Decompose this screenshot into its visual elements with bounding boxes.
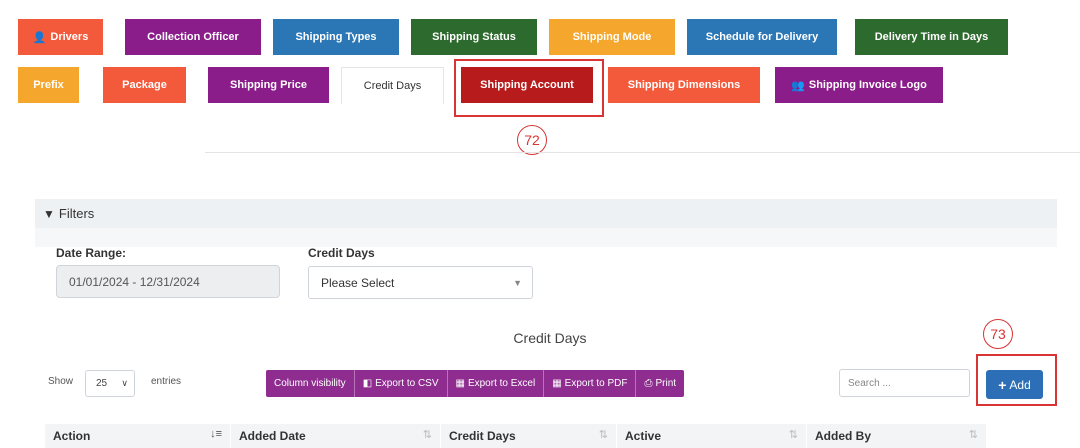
export-button-group: Column visibility ◧ Export to CSV ▦ Expo…	[266, 370, 685, 397]
column-header-active[interactable]: Active ⇅	[617, 424, 807, 448]
annotation-marker-73: 73	[983, 319, 1013, 349]
tab-shipping-mode[interactable]: Shipping Mode	[549, 19, 675, 55]
tab-divider	[205, 152, 1080, 153]
show-label: Show	[48, 376, 74, 387]
tab-collection-officer[interactable]: Collection Officer	[125, 19, 261, 55]
search-input[interactable]	[839, 369, 970, 397]
sort-icon: ↓≡	[210, 428, 222, 440]
chevron-down-icon: ∨	[121, 378, 128, 388]
filter-icon: ▼	[43, 206, 55, 221]
sort-icon: ⇅	[788, 429, 798, 441]
excel-file-icon: ▦	[455, 378, 465, 389]
page-length-select[interactable]: 25 ∨	[85, 370, 135, 397]
credit-days-select[interactable]: Please Select ▼	[308, 266, 533, 299]
column-visibility-button[interactable]: Column visibility	[266, 370, 355, 397]
date-range-label: Date Range:	[56, 246, 127, 260]
filters-panel: ▼ Filters	[35, 199, 1057, 247]
chevron-down-icon: ▼	[513, 278, 522, 288]
tab-shipping-status[interactable]: Shipping Status	[411, 19, 537, 55]
file-icon: ◧	[362, 378, 373, 389]
table-title: Credit Days	[513, 330, 587, 346]
credit-days-filter-label: Credit Days	[308, 246, 375, 260]
sort-icon: ⇅	[598, 429, 608, 441]
sort-icon: ⇅	[968, 429, 978, 441]
tab-package[interactable]: Package	[103, 67, 186, 103]
column-header-action[interactable]: Action ↓≡	[45, 424, 231, 448]
date-range-input[interactable]: 01/01/2024 - 12/31/2024	[56, 265, 280, 298]
export-pdf-button[interactable]: ▦ Export to PDF	[544, 370, 637, 397]
tab-schedule-for-delivery[interactable]: Schedule for Delivery	[687, 19, 837, 55]
user-icon: 👤	[32, 31, 47, 44]
users-icon: 👥	[791, 79, 805, 92]
tab-delivery-time-in-days[interactable]: Delivery Time in Days	[855, 19, 1008, 55]
export-csv-button[interactable]: ◧ Export to CSV	[355, 370, 448, 397]
print-button[interactable]: ⎙ Print	[636, 370, 684, 397]
table-header: Action ↓≡ Added Date ⇅ Credit Days ⇅ Act…	[45, 424, 987, 448]
tab-shipping-invoice-logo[interactable]: 👥 Shipping Invoice Logo	[775, 67, 943, 103]
sort-icon: ⇅	[422, 429, 432, 441]
export-excel-button[interactable]: ▦ Export to Excel	[448, 370, 545, 397]
entries-label: entries	[151, 376, 182, 387]
pdf-file-icon: ▦	[552, 378, 562, 389]
tab-prefix[interactable]: Prefix	[18, 67, 79, 103]
column-header-added-by[interactable]: Added By ⇅	[807, 424, 987, 448]
annotation-marker-72: 72	[517, 125, 547, 155]
tab-drivers[interactable]: 👤 Drivers	[18, 19, 103, 55]
highlight-box-shipping-account	[454, 59, 604, 117]
filters-header[interactable]: ▼ Filters	[35, 199, 1057, 228]
print-icon: ⎙	[644, 378, 653, 389]
tab-credit-days[interactable]: Credit Days	[341, 67, 444, 104]
tab-shipping-dimensions[interactable]: Shipping Dimensions	[608, 67, 760, 103]
tab-shipping-price[interactable]: Shipping Price	[208, 67, 329, 103]
column-header-credit-days[interactable]: Credit Days ⇅	[441, 424, 617, 448]
column-header-added-date[interactable]: Added Date ⇅	[231, 424, 441, 448]
highlight-box-add-button	[976, 354, 1057, 406]
tab-shipping-types[interactable]: Shipping Types	[273, 19, 399, 55]
